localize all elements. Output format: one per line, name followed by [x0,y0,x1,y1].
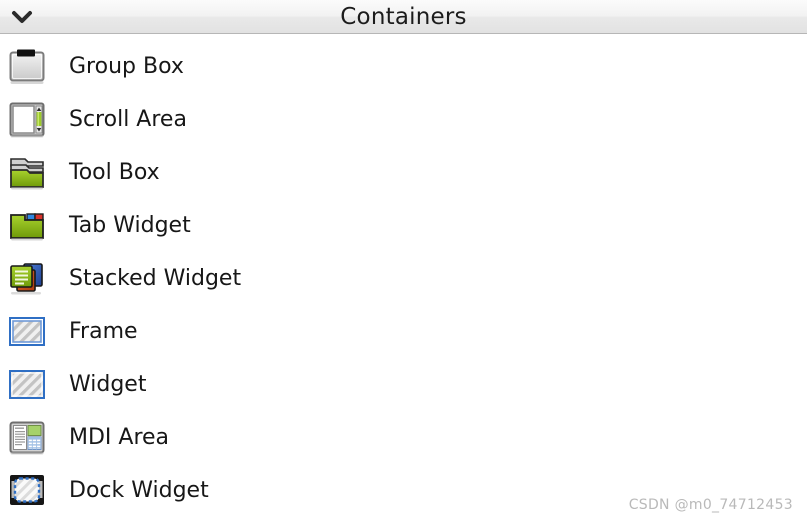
widget-list: Group Box Scroll Area Tool Box Tab Widge… [0,34,807,517]
panel-header[interactable]: Containers [0,0,807,34]
list-item-scroll-area[interactable]: Scroll Area [0,93,807,146]
list-item-label: Tab Widget [69,213,191,238]
list-item-frame[interactable]: Frame [0,305,807,358]
tool-box-icon [8,151,56,195]
stacked-widget-icon [8,257,56,301]
list-item-label: Dock Widget [69,478,209,503]
list-item-tab-widget[interactable]: Tab Widget [0,199,807,252]
list-item-label: Group Box [69,54,184,79]
watermark: CSDN @m0_74712453 [628,497,793,513]
list-item-widget[interactable]: Widget [0,358,807,411]
list-item-label: Scroll Area [69,107,187,132]
list-item-tool-box[interactable]: Tool Box [0,146,807,199]
list-item-group-box[interactable]: Group Box [0,40,807,93]
tab-widget-icon [8,204,56,248]
list-item-stacked-widget[interactable]: Stacked Widget [0,252,807,305]
list-item-label: MDI Area [69,425,170,450]
group-box-icon [8,45,56,89]
page-title: Containers [340,3,467,30]
list-item-mdi-area[interactable]: MDI Area [0,411,807,464]
dock-widget-icon [8,469,56,513]
list-item-label: Stacked Widget [69,266,242,291]
list-item-label: Frame [69,319,138,344]
containers-panel: Containers Group Box Scroll Area Tool Bo… [0,0,807,520]
list-item-label: Tool Box [69,160,160,185]
frame-icon [8,310,56,354]
widget-icon [8,363,56,407]
list-item-label: Widget [69,372,147,397]
mdi-area-icon [8,416,56,460]
scroll-area-icon [8,98,56,142]
